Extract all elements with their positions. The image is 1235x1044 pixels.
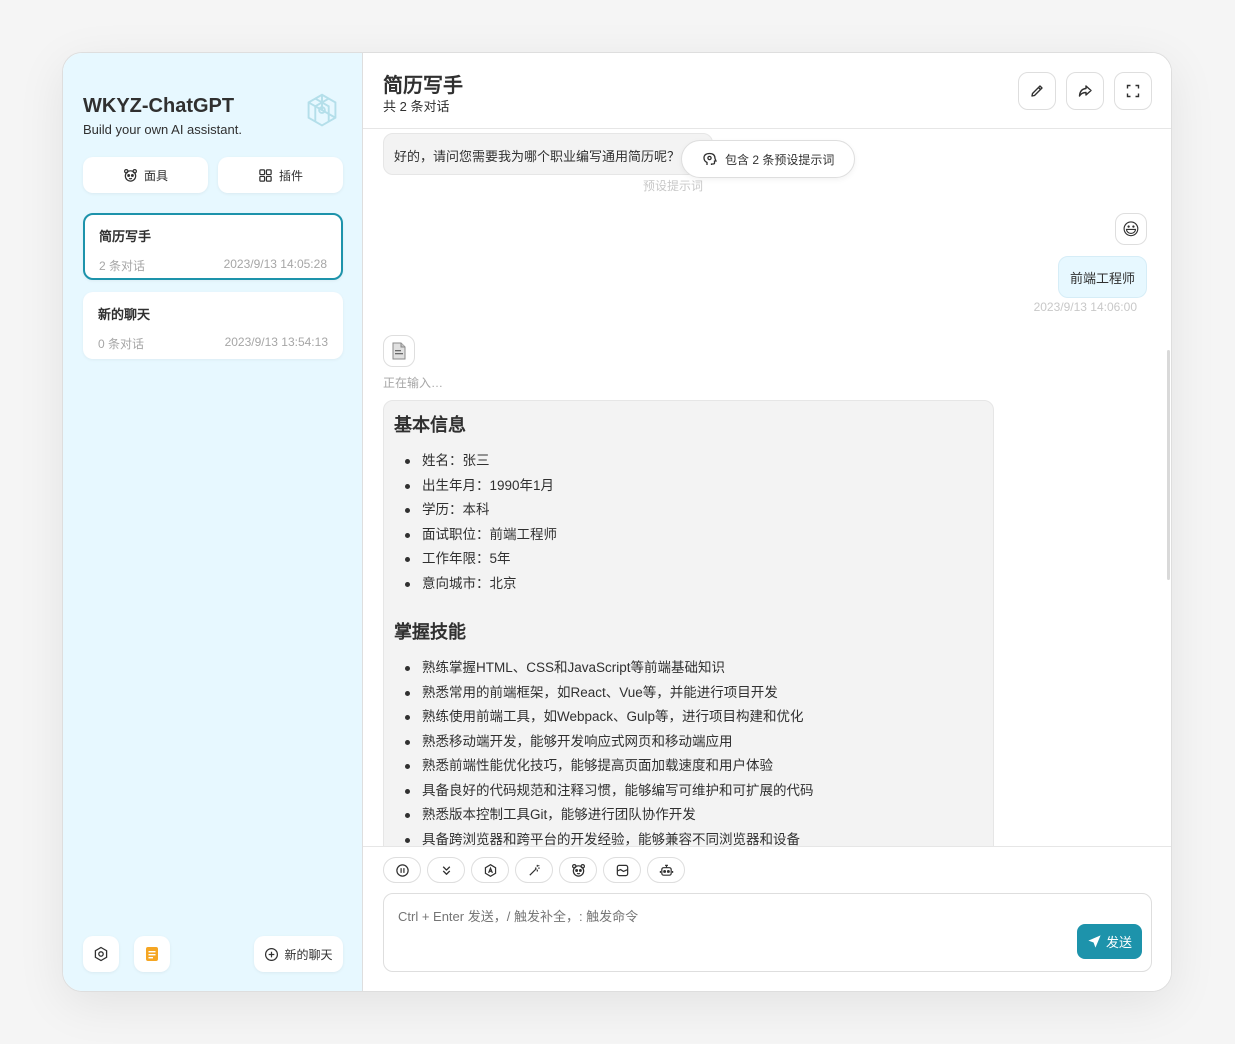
sidebar: WKYZ-ChatGPT Build your own AI assistant… <box>63 53 363 991</box>
clear-context-button[interactable] <box>603 857 641 883</box>
scroll-bottom-button[interactable] <box>427 857 465 883</box>
preset-prompts-caption: 预设提示词 <box>643 179 704 193</box>
magic-wand-icon <box>528 864 540 876</box>
pause-circle-icon <box>395 863 409 877</box>
preset-message-bubble: 好的，请问您需要我为哪个职业编写通用简历呢？ <box>383 133 713 175</box>
list-item: 熟悉前端性能优化技巧，能够提高页面加载速度和用户体验 <box>394 754 983 779</box>
user-message-bubble: 前端工程师 <box>1057 256 1147 298</box>
preset-prompts-button[interactable]: 包含 2 条预设提示词 <box>681 140 856 178</box>
send-button-label: 发送 <box>1105 935 1132 950</box>
chat-item-time: 2023/9/13 13:54:13 <box>224 335 328 349</box>
input-panel: 发送 <box>363 846 1171 991</box>
preset-message-text: 好的，请问您需要我为哪个职业编写通用简历呢？ <box>394 149 681 164</box>
list-item: 学历：本科 <box>394 498 983 523</box>
settings-button[interactable] <box>83 936 119 972</box>
chat-item-title: 简历写手 <box>99 229 152 244</box>
mask-tool-button[interactable] <box>559 857 597 883</box>
app-window: WKYZ-ChatGPT Build your own AI assistant… <box>62 52 1172 992</box>
notes-icon <box>146 947 158 961</box>
chat-item-new-chat[interactable]: 新的聊天 0 条对话 2023/9/13 13:54:13 <box>83 292 343 359</box>
message-list[interactable]: 好的，请问您需要我为哪个职业编写通用简历呢？ 包含 2 条预设提示词 预设提示词… <box>363 130 1171 846</box>
resume-skills-list: 熟练掌握HTML、CSS和JavaScript等前端基础知识 熟悉常用的前端框架… <box>394 656 983 846</box>
chat-item-resume-writer[interactable]: 简历写手 2 条对话 2023/9/13 14:05:28 <box>83 213 343 280</box>
list-item: 出生年月：1990年1月 <box>394 474 983 499</box>
message-scrollbar[interactable] <box>1167 350 1170 580</box>
list-item: 具备跨浏览器和跨平台的开发经验，能够兼容不同浏览器和设备 <box>394 828 983 846</box>
mask-icon <box>571 863 585 877</box>
typing-indicator: 正在输入… <box>383 376 444 390</box>
list-item: 熟悉版本控制工具Git，能够进行团队协作开发 <box>394 803 983 828</box>
input-toolbar <box>383 857 685 883</box>
plugin-button-label: 插件 <box>278 168 303 183</box>
chat-item-count: 2 条对话 <box>99 259 146 273</box>
robot-icon <box>659 864 673 876</box>
new-chat-label: 新的聊天 <box>284 947 333 962</box>
add-circle-icon <box>265 947 279 961</box>
chat-item-count: 0 条对话 <box>98 337 145 351</box>
mask-button[interactable]: 面具 <box>83 157 208 193</box>
chat-title: 简历写手 <box>383 75 463 97</box>
edit-pencil-icon <box>1031 85 1043 97</box>
theme-auto-button[interactable] <box>471 857 509 883</box>
auto-theme-icon <box>484 863 496 877</box>
notes-button[interactable] <box>134 936 170 972</box>
mask-icon <box>123 168 137 182</box>
list-item: 姓名：张三 <box>394 449 983 474</box>
stop-button[interactable] <box>383 857 421 883</box>
break-icon <box>616 864 628 876</box>
user-avatar[interactable]: 😃 <box>1115 213 1147 245</box>
list-item: 面试职位：前端工程师 <box>394 523 983 548</box>
chat-input[interactable] <box>383 893 1152 972</box>
chat-item-time: 2023/9/13 14:05:28 <box>223 257 327 271</box>
maximize-icon <box>1126 84 1140 98</box>
list-item: 熟练使用前端工具，如Webpack、Gulp等，进行项目构建和优化 <box>394 705 983 730</box>
chevrons-down-icon <box>442 865 450 875</box>
list-item: 意向城市：北京 <box>394 572 983 597</box>
mask-button-label: 面具 <box>143 168 168 183</box>
list-item: 熟悉常用的前端框架，如React、Vue等，并能进行项目开发 <box>394 681 983 706</box>
bot-document-icon <box>392 342 406 360</box>
chat-panel: 简历写手 共 2 条对话 好的，请问您需要我为哪个职业编写通用简历呢？ 包含 2… <box>363 53 1171 991</box>
resume-basic-info-list: 姓名：张三 出生年月：1990年1月 学历：本科 面试职位：前端工程师 工作年限… <box>394 449 983 596</box>
resume-section-title: 掌握技能 <box>394 622 466 642</box>
send-icon <box>1088 935 1101 948</box>
user-avatar-emoji: 😃 <box>1122 219 1140 239</box>
chat-item-title: 新的聊天 <box>98 307 151 322</box>
bot-avatar[interactable] <box>383 335 415 367</box>
user-message-time: 2023/9/13 14:06:00 <box>1033 300 1137 314</box>
send-button[interactable]: 发送 <box>1077 924 1142 959</box>
list-item: 具备良好的代码规范和注释习惯，能够编写可维护和可扩展的代码 <box>394 779 983 804</box>
prompt-hints-button[interactable] <box>515 857 553 883</box>
app-title: WKYZ-ChatGPT <box>83 95 235 117</box>
brain-icon <box>703 152 717 165</box>
settings-hexagon-icon <box>94 946 108 962</box>
rename-button[interactable] <box>1018 72 1056 110</box>
app-subtitle: Build your own AI assistant. <box>83 122 242 137</box>
resume-section-title: 基本信息 <box>394 415 466 435</box>
list-item: 熟练掌握HTML、CSS和JavaScript等前端基础知识 <box>394 656 983 681</box>
plugin-button[interactable]: 插件 <box>218 157 343 193</box>
share-button[interactable] <box>1066 72 1104 110</box>
chat-count: 共 2 条对话 <box>383 99 450 114</box>
fullscreen-button[interactable] <box>1114 72 1152 110</box>
list-item: 熟悉移动端开发，能够开发响应式网页和移动端应用 <box>394 730 983 755</box>
bot-message-bubble: 基本信息 姓名：张三 出生年月：1990年1月 学历：本科 面试职位：前端工程师… <box>383 400 994 846</box>
user-message-text: 前端工程师 <box>1069 270 1135 286</box>
new-chat-button[interactable]: 新的聊天 <box>254 936 343 972</box>
grid-icon <box>259 168 272 182</box>
preset-prompts-label: 包含 2 条预设提示词 <box>725 152 835 167</box>
chat-header: 简历写手 共 2 条对话 <box>363 53 1171 129</box>
model-select-button[interactable] <box>647 857 685 883</box>
openai-logo-icon <box>307 93 337 127</box>
list-item: 工作年限：5年 <box>394 547 983 572</box>
share-icon <box>1078 85 1092 97</box>
